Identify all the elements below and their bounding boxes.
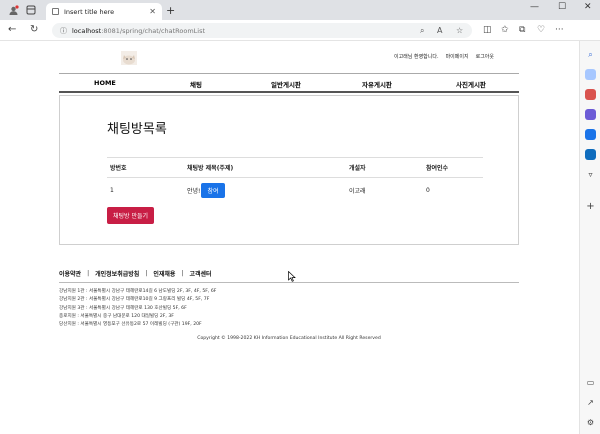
page-icon: [52, 8, 59, 15]
nav-photo-board[interactable]: 사진게시판: [456, 79, 486, 89]
footer-support-link[interactable]: 고객센터: [189, 269, 211, 278]
nav-chat[interactable]: 채팅: [190, 79, 202, 89]
url-path: :8081/spring/chat/chatRoomList: [101, 26, 206, 35]
office-icon[interactable]: [585, 129, 596, 140]
footer-separator: |: [145, 270, 148, 277]
copyright: Copyright © 1998-2022 KH Information Edu…: [197, 336, 381, 341]
info-icon[interactable]: ⓘ: [60, 26, 67, 36]
footer-careers-link[interactable]: 인재채용: [153, 269, 175, 278]
sidebar-toggle-icon[interactable]: ▭: [585, 377, 596, 388]
join-button[interactable]: 참여: [201, 183, 225, 198]
branch-address: 당산지원 : 서울특별시 영등포구 선유동2로 57 이레빌딩 (구관) 19F…: [59, 322, 202, 328]
search-icon[interactable]: ⌕: [585, 49, 596, 60]
read-aloud-icon[interactable]: A: [437, 26, 442, 35]
col-room-title: 채팅방 제목(주제): [184, 157, 346, 178]
zoom-icon[interactable]: ⌕: [420, 26, 424, 36]
page: 이고래님 환영합니다. 마이페이지 로그아웃 HOME 채팅 일반게시판 자유게…: [0, 41, 579, 434]
mouse-cursor-icon: [288, 271, 296, 282]
outlook-icon[interactable]: [585, 149, 596, 160]
footer-separator: |: [87, 270, 90, 277]
games-icon[interactable]: [585, 109, 596, 120]
nav-general-board[interactable]: 일반게시판: [271, 79, 301, 89]
room-participants: 0: [426, 187, 430, 194]
branch-address: 강남지원 1관 : 서울특별시 강남구 테헤란로14길 6 남도빌딩 2F, 3…: [59, 289, 217, 294]
branch-addresses: 강남지원 1관 : 서울특별시 강남구 테헤란로14길 6 남도빌딩 2F, 3…: [59, 288, 519, 329]
room-title: 안녕!: [187, 188, 201, 195]
window-close-icon[interactable]: ✕: [584, 2, 592, 12]
browser-tab-bar: Insert title here ✕ + — ☐ ✕: [0, 0, 600, 20]
minimize-icon[interactable]: —: [530, 2, 539, 12]
col-creator: 개설자: [346, 157, 423, 178]
tools-icon[interactable]: [585, 89, 596, 100]
room-no: 1: [110, 187, 114, 194]
page-title: 채팅방목록: [107, 122, 167, 137]
add-icon[interactable]: +: [585, 201, 596, 212]
col-participants: 참여인수: [423, 157, 483, 178]
profile-icon[interactable]: [6, 3, 20, 17]
split-screen-icon[interactable]: ◫: [483, 25, 492, 35]
branch-address: 강남지원 3관 : 서울특별시 강남구 테헤란로 130 호산빌딩 5F, 6F: [59, 305, 187, 311]
footer-privacy-link[interactable]: 개인정보취급방침: [95, 269, 139, 278]
branch-address: 강남지원 2관 : 서울특별시 강남구 테헤란로10길 9 그랑프리 빌딩 4F…: [59, 297, 210, 303]
address-bar[interactable]: ⓘ localhost:8081/spring/chat/chatRoomLis…: [52, 23, 472, 38]
branch-address: 종로지원 : 서울특별시 중구 남대문로 120 대일빌딩 2F, 3F: [59, 313, 174, 319]
user-links: 이고래님 환영합니다. 마이페이지 로그아웃: [394, 53, 494, 60]
designer-icon[interactable]: ▿: [585, 169, 596, 180]
back-icon[interactable]: ←: [8, 24, 16, 35]
footer-separator: |: [181, 270, 184, 277]
table-header-row: 방번호 채팅방 제목(주제) 개설자 참여인수: [107, 157, 483, 178]
settings-icon[interactable]: ⚙: [585, 417, 596, 428]
extensions-icon[interactable]: ♡: [537, 25, 545, 35]
mypage-link[interactable]: 마이페이지: [446, 53, 469, 60]
logout-link[interactable]: 로그아웃: [476, 53, 494, 60]
favorite-icon[interactable]: ☆: [456, 26, 463, 35]
welcome-text: 이고래님 환영합니다.: [393, 54, 439, 60]
nav-free-board[interactable]: 자유게시판: [362, 79, 392, 89]
maximize-icon[interactable]: ☐: [558, 2, 566, 12]
chat-room-section: 채팅방목록 방번호 채팅방 제목(주제) 개설자 참여인수 1 안녕! 참여 이고…: [59, 95, 519, 245]
collections-icon[interactable]: ⧉: [519, 25, 525, 35]
chat-room-table: 방번호 채팅방 제목(주제) 개설자 참여인수 1 안녕! 참여 이고래 0: [107, 157, 483, 203]
table-row: 1 안녕! 참여 이고래 0: [107, 178, 483, 204]
url-host: localhost: [72, 26, 102, 35]
browser-tab[interactable]: Insert title here ✕: [46, 3, 162, 20]
shopping-icon[interactable]: [585, 69, 596, 80]
edge-sidebar: ⌕ ▿ + ▭ ↗ ⚙: [579, 41, 600, 434]
create-room-button[interactable]: 채팅방 만들기: [107, 207, 155, 224]
footer-terms-link[interactable]: 이용약관: [59, 269, 81, 278]
col-room-no: 방번호: [107, 157, 184, 178]
nav-home[interactable]: HOME: [94, 79, 116, 87]
room-title-cell: 안녕! 참여: [184, 178, 346, 204]
new-tab-icon[interactable]: +: [166, 4, 175, 17]
address-toolbar: ← ↻ ⓘ localhost:8081/spring/chat/chatRoo…: [0, 20, 600, 41]
workspaces-icon[interactable]: [24, 3, 38, 17]
external-link-icon[interactable]: ↗: [585, 397, 596, 408]
favorites-icon[interactable]: ✩: [501, 25, 509, 35]
tab-title: Insert title here: [64, 7, 115, 16]
cat-logo-icon[interactable]: [121, 51, 137, 65]
more-icon[interactable]: ···: [555, 25, 564, 35]
main-nav: HOME 채팅 일반게시판 자유게시판 사진게시판: [59, 73, 519, 93]
close-tab-icon[interactable]: ✕: [149, 7, 156, 16]
reload-icon[interactable]: ↻: [30, 24, 38, 35]
room-creator: 이고래: [349, 188, 366, 195]
